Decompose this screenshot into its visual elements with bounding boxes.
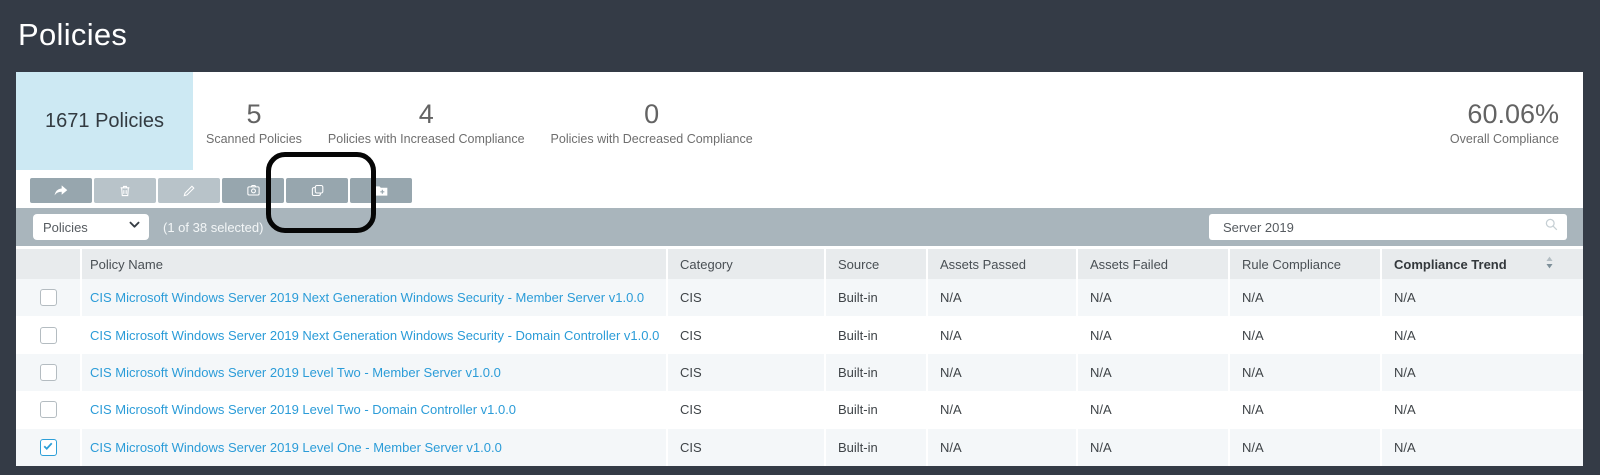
category-cell: CIS: [666, 354, 824, 391]
stats-bar: 1671 Policies 5 Scanned Policies 4 Polic…: [16, 72, 1583, 170]
table-row: CIS Microsoft Windows Server 2019 Level …: [16, 354, 1583, 391]
table-header-row: Policy Name Category Source Assets Passe…: [16, 246, 1583, 279]
category-cell: CIS: [666, 391, 824, 428]
stat-label: Policies with Decreased Compliance: [551, 132, 753, 146]
add-to-folder-button[interactable]: [350, 178, 412, 203]
edit-button[interactable]: [158, 178, 220, 203]
toolbar: [16, 170, 1583, 208]
stat-scanned-policies: 5 Scanned Policies: [193, 76, 315, 170]
compliance-trend-cell: N/A: [1380, 316, 1583, 353]
camera-icon: [246, 183, 261, 198]
compliance-trend-label: Compliance Trend: [1394, 257, 1507, 272]
copy-button[interactable]: [286, 178, 348, 203]
source-cell: Built-in: [824, 354, 926, 391]
policy-name-link[interactable]: CIS Microsoft Windows Server 2019 Next G…: [90, 290, 644, 305]
search-icon[interactable]: [1544, 217, 1559, 237]
rule-compliance-cell: N/A: [1228, 279, 1380, 316]
stat-decreased-compliance: 0 Policies with Decreased Compliance: [538, 76, 766, 170]
filter-bar: Policies (1 of 38 selected): [16, 208, 1583, 246]
source-cell: Built-in: [824, 429, 926, 466]
row-checkbox[interactable]: [40, 327, 57, 344]
table-row-selected: CIS Microsoft Windows Server 2019 Level …: [16, 429, 1583, 466]
stat-value: 0: [644, 100, 659, 130]
assets-passed-cell: N/A: [926, 391, 1076, 428]
policy-name-link[interactable]: CIS Microsoft Windows Server 2019 Level …: [90, 365, 501, 380]
policies-card: 1671 Policies 5 Scanned Policies 4 Polic…: [16, 72, 1583, 466]
sort-icon[interactable]: [1544, 254, 1555, 274]
category-cell: CIS: [666, 429, 824, 466]
category-cell: CIS: [666, 279, 824, 316]
trash-icon: [118, 184, 132, 198]
compliance-trend-cell: N/A: [1380, 391, 1583, 428]
policy-name-link[interactable]: CIS Microsoft Windows Server 2019 Level …: [90, 440, 502, 455]
row-checkbox[interactable]: [40, 401, 57, 418]
header-checkbox-cell: [16, 249, 80, 279]
column-header-assets-failed: Assets Failed: [1076, 249, 1228, 279]
table-row: CIS Microsoft Windows Server 2019 Next G…: [16, 316, 1583, 353]
folder-add-icon: [373, 183, 389, 199]
assets-failed-cell: N/A: [1076, 391, 1228, 428]
chevron-down-icon: [128, 218, 141, 236]
assets-passed-cell: N/A: [926, 354, 1076, 391]
table-row: CIS Microsoft Windows Server 2019 Level …: [16, 391, 1583, 428]
policy-name-link[interactable]: CIS Microsoft Windows Server 2019 Next G…: [90, 328, 659, 343]
assets-failed-cell: N/A: [1076, 316, 1228, 353]
source-cell: Built-in: [824, 391, 926, 428]
column-header-category: Category: [666, 249, 824, 279]
dropdown-value: Policies: [43, 220, 128, 235]
pencil-icon: [182, 184, 196, 198]
assets-passed-cell: N/A: [926, 316, 1076, 353]
search-input[interactable]: [1209, 215, 1544, 239]
policy-name-link[interactable]: CIS Microsoft Windows Server 2019 Level …: [90, 402, 516, 417]
stat-value: 5: [246, 100, 261, 130]
column-header-policy-name: Policy Name: [80, 249, 666, 279]
stat-label: Policies with Increased Compliance: [328, 132, 525, 146]
selection-count-label: (1 of 38 selected): [163, 220, 263, 235]
policies-dropdown[interactable]: Policies: [33, 214, 149, 240]
compliance-trend-cell: N/A: [1380, 354, 1583, 391]
source-cell: Built-in: [824, 316, 926, 353]
total-policies-label: 1671 Policies: [45, 110, 164, 133]
stat-overall-compliance: 60.06% Overall Compliance: [1450, 76, 1583, 170]
source-cell: Built-in: [824, 279, 926, 316]
share-button[interactable]: [30, 178, 92, 203]
copy-icon: [310, 183, 325, 198]
assets-failed-cell: N/A: [1076, 429, 1228, 466]
compliance-trend-cell: N/A: [1380, 279, 1583, 316]
table-row: CIS Microsoft Windows Server 2019 Next G…: [16, 279, 1583, 316]
column-header-assets-passed: Assets Passed: [926, 249, 1076, 279]
assets-failed-cell: N/A: [1076, 279, 1228, 316]
column-header-source: Source: [824, 249, 926, 279]
rule-compliance-cell: N/A: [1228, 391, 1380, 428]
stat-value: 4: [419, 100, 434, 130]
tab-total-policies[interactable]: 1671 Policies: [16, 72, 193, 170]
stat-label: Overall Compliance: [1450, 132, 1559, 146]
assets-passed-cell: N/A: [926, 429, 1076, 466]
rule-compliance-cell: N/A: [1228, 316, 1380, 353]
assets-passed-cell: N/A: [926, 279, 1076, 316]
assets-failed-cell: N/A: [1076, 354, 1228, 391]
stat-value: 60.06%: [1467, 100, 1559, 130]
delete-button[interactable]: [94, 178, 156, 203]
stat-label: Scanned Policies: [206, 132, 302, 146]
stat-increased-compliance: 4 Policies with Increased Compliance: [315, 76, 538, 170]
compliance-trend-cell: N/A: [1380, 429, 1583, 466]
row-checkbox[interactable]: [40, 364, 57, 381]
column-header-rule-compliance: Rule Compliance: [1228, 249, 1380, 279]
rule-compliance-cell: N/A: [1228, 354, 1380, 391]
column-header-compliance-trend[interactable]: Compliance Trend: [1380, 249, 1583, 279]
page-title: Policies: [18, 17, 127, 53]
scan-button[interactable]: [222, 178, 284, 203]
top-header-band: Policies: [0, 0, 1600, 72]
search-box: [1209, 214, 1567, 240]
rule-compliance-cell: N/A: [1228, 429, 1380, 466]
category-cell: CIS: [666, 316, 824, 353]
check-icon: [42, 440, 54, 455]
row-checkbox[interactable]: [40, 289, 57, 306]
share-icon: [53, 183, 69, 199]
row-checkbox-checked[interactable]: [40, 439, 57, 456]
